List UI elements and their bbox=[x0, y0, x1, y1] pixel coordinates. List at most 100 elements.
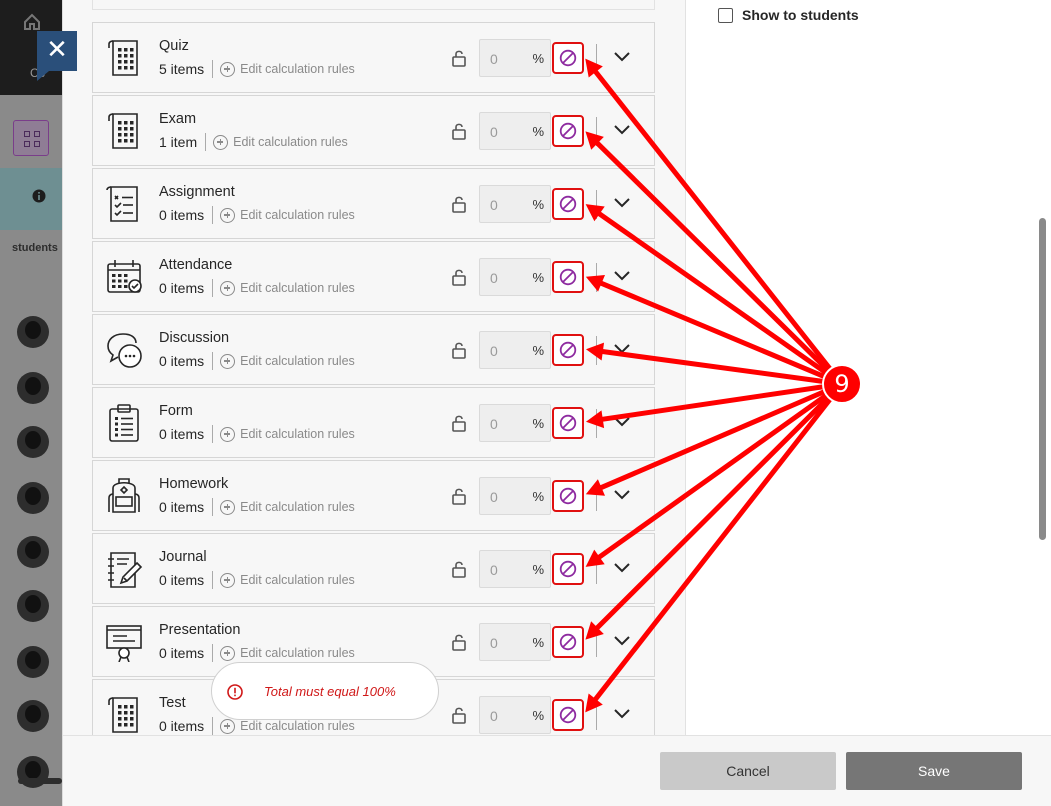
edit-calculation-rules-label: Edit calculation rules bbox=[233, 135, 348, 149]
close-panel-button[interactable]: ✕ bbox=[37, 31, 77, 81]
meta-divider bbox=[212, 717, 214, 735]
unlock-icon[interactable] bbox=[451, 49, 467, 67]
unlock-icon[interactable] bbox=[451, 341, 467, 359]
weight-input[interactable]: 0 % bbox=[479, 550, 551, 588]
add-circle-icon bbox=[220, 61, 236, 77]
chevron-down-icon[interactable] bbox=[612, 415, 632, 429]
category-item-count: 0 items bbox=[159, 718, 205, 734]
weight-input[interactable]: 0 % bbox=[479, 185, 551, 223]
edit-calculation-rules-link[interactable]: Edit calculation rules bbox=[220, 61, 355, 77]
panel-scrollbar[interactable] bbox=[1039, 218, 1046, 540]
edit-calculation-rules-link[interactable]: Edit calculation rules bbox=[220, 426, 355, 442]
row-divider bbox=[596, 44, 597, 73]
prohibited-icon bbox=[559, 268, 577, 286]
avatar bbox=[17, 482, 49, 514]
weight-value: 0 bbox=[490, 124, 498, 140]
unlock-icon[interactable] bbox=[451, 268, 467, 286]
weight-value: 0 bbox=[490, 635, 498, 651]
weight-input[interactable]: 0 % bbox=[479, 39, 551, 77]
edit-calculation-rules-link[interactable]: Edit calculation rules bbox=[220, 280, 355, 296]
chevron-down-icon[interactable] bbox=[612, 123, 632, 137]
edit-calculation-rules-link[interactable]: Edit calculation rules bbox=[220, 207, 355, 223]
close-icon: ✕ bbox=[46, 35, 68, 65]
category-row: Assignment 0 items Edit calculation rule… bbox=[92, 168, 655, 239]
edit-calculation-rules-link[interactable]: Edit calculation rules bbox=[220, 572, 355, 588]
avatar bbox=[17, 426, 49, 458]
drop-grades-button[interactable] bbox=[552, 626, 584, 658]
weight-input[interactable]: 0 % bbox=[479, 404, 551, 442]
weight-input[interactable]: 0 % bbox=[479, 112, 551, 150]
save-button[interactable]: Save bbox=[846, 752, 1022, 790]
row-divider bbox=[596, 409, 597, 438]
info-icon bbox=[32, 189, 46, 203]
chevron-down-icon[interactable] bbox=[612, 707, 632, 721]
chevron-down-icon[interactable] bbox=[612, 561, 632, 575]
category-item-count: 0 items bbox=[159, 353, 205, 369]
chevron-down-icon[interactable] bbox=[612, 342, 632, 356]
add-circle-icon bbox=[220, 207, 236, 223]
category-item-count: 0 items bbox=[159, 499, 205, 515]
meta-divider bbox=[212, 498, 214, 516]
weight-input[interactable]: 0 % bbox=[479, 623, 551, 661]
percent-symbol: % bbox=[532, 416, 544, 431]
avatar bbox=[17, 700, 49, 732]
add-circle-icon bbox=[213, 134, 229, 150]
drop-grades-button[interactable] bbox=[552, 115, 584, 147]
percent-symbol: % bbox=[532, 708, 544, 723]
unlock-icon[interactable] bbox=[451, 633, 467, 651]
weight-input[interactable]: 0 % bbox=[479, 258, 551, 296]
category-row: Form 0 items Edit calculation rules 0 % bbox=[92, 387, 655, 458]
journal-icon bbox=[108, 552, 143, 588]
drop-grades-button[interactable] bbox=[552, 407, 584, 439]
weight-input[interactable]: 0 % bbox=[479, 477, 551, 515]
unlock-icon[interactable] bbox=[451, 706, 467, 724]
edit-calculation-rules-label: Edit calculation rules bbox=[240, 281, 355, 295]
weight-value: 0 bbox=[490, 343, 498, 359]
avatar bbox=[17, 316, 49, 348]
edit-calculation-rules-link[interactable]: Edit calculation rules bbox=[213, 134, 348, 150]
drop-grades-button[interactable] bbox=[552, 334, 584, 366]
prohibited-icon bbox=[559, 414, 577, 432]
weight-input[interactable]: 0 % bbox=[479, 331, 551, 369]
edit-calculation-rules-link[interactable]: Edit calculation rules bbox=[220, 353, 355, 369]
chevron-down-icon[interactable] bbox=[612, 634, 632, 648]
row-divider bbox=[596, 555, 597, 584]
cancel-button[interactable]: Cancel bbox=[660, 752, 836, 790]
drop-grades-button[interactable] bbox=[552, 188, 584, 220]
chevron-down-icon[interactable] bbox=[612, 269, 632, 283]
weight-value: 0 bbox=[490, 51, 498, 67]
category-row: Journal 0 items Edit calculation rules 0… bbox=[92, 533, 655, 604]
edit-calculation-rules-link[interactable]: Edit calculation rules bbox=[220, 645, 355, 661]
unlock-icon[interactable] bbox=[451, 195, 467, 213]
percent-symbol: % bbox=[532, 489, 544, 504]
annotation-badge: 9 bbox=[822, 364, 862, 404]
edit-calculation-rules-label: Edit calculation rules bbox=[240, 500, 355, 514]
weight-input[interactable]: 0 % bbox=[479, 696, 551, 734]
show-to-students-checkbox[interactable]: Show to students bbox=[718, 7, 859, 23]
drop-grades-button[interactable] bbox=[552, 480, 584, 512]
drop-grades-button[interactable] bbox=[552, 553, 584, 585]
edit-calculation-rules-label: Edit calculation rules bbox=[240, 208, 355, 222]
drop-grades-button[interactable] bbox=[552, 261, 584, 293]
checkbox-box[interactable] bbox=[718, 7, 733, 23]
add-circle-icon bbox=[220, 353, 236, 369]
chevron-down-icon[interactable] bbox=[612, 196, 632, 210]
unlock-icon[interactable] bbox=[451, 122, 467, 140]
category-meta: 0 items Edit calculation rules bbox=[159, 206, 355, 224]
drop-grades-button[interactable] bbox=[552, 699, 584, 731]
assignment-icon bbox=[106, 186, 138, 222]
category-row: Discussion 0 items Edit calculation rule… bbox=[92, 314, 655, 385]
validation-toast: Total must equal 100% bbox=[211, 662, 439, 720]
edit-calculation-rules-link[interactable]: Edit calculation rules bbox=[220, 499, 355, 515]
unlock-icon[interactable] bbox=[451, 560, 467, 578]
chevron-down-icon[interactable] bbox=[612, 488, 632, 502]
chevron-down-icon[interactable] bbox=[612, 50, 632, 64]
prohibited-icon bbox=[559, 487, 577, 505]
unlock-icon[interactable] bbox=[451, 487, 467, 505]
discussion-icon bbox=[107, 333, 142, 368]
edit-calculation-rules-label: Edit calculation rules bbox=[240, 646, 355, 660]
unlock-icon[interactable] bbox=[451, 414, 467, 432]
drop-grades-button[interactable] bbox=[552, 42, 584, 74]
edit-calculation-rules-link[interactable]: Edit calculation rules bbox=[220, 718, 355, 734]
avatar bbox=[17, 646, 49, 678]
